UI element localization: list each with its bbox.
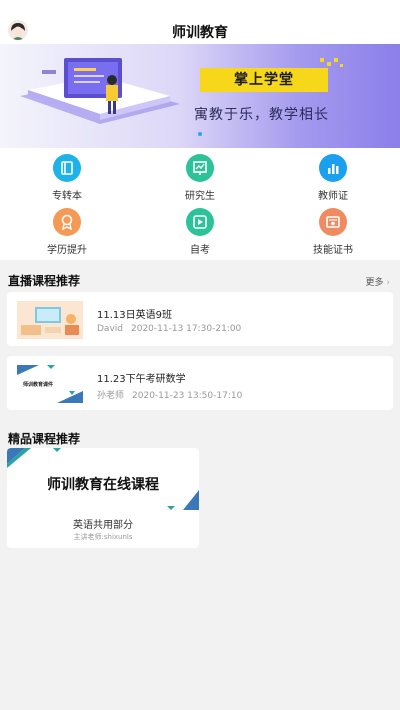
course-thumbnail: [17, 301, 83, 339]
course-meta: David 2020-11-13 17:30-21:00: [97, 324, 249, 334]
category-zhuanzhuanben[interactable]: 专转本: [22, 154, 112, 202]
course-time: 2020-11-13 17:30-21:00: [131, 324, 242, 334]
category-label: 研究生: [185, 191, 215, 202]
category-label: 自考: [190, 245, 210, 256]
category-xueli-tisheng[interactable]: 学历提升: [22, 208, 112, 256]
course-teacher: David: [97, 324, 123, 334]
course-thumbnail: 师训教育课件: [17, 365, 83, 403]
live-section-title: 直播课程推荐: [8, 274, 81, 288]
more-link[interactable]: 更多 ›: [366, 275, 391, 288]
banner-tag: 掌上学堂: [200, 68, 328, 92]
chevron-right-icon: ›: [386, 278, 390, 288]
course-name: 11.13日英语9班: [97, 310, 172, 321]
premium-course-title: 师训教育在线课程: [47, 477, 159, 493]
live-course-card[interactable]: 11.13日英语9班 David 2020-11-13 17:30-21:00: [7, 292, 393, 346]
category-label: 专转本: [52, 191, 82, 202]
category-label: 教师证: [318, 191, 348, 202]
page-title: 师训教育: [172, 25, 228, 41]
thumbnail-caption: 师训教育课件: [23, 382, 54, 388]
premium-course-subtitle: 英语共用部分: [73, 520, 133, 531]
category-label: 技能证书: [313, 245, 353, 256]
premium-course-card[interactable]: 师训教育在线课程 英语共用部分 主讲老师:shixunls: [7, 448, 199, 548]
course-teacher: 孙老师: [97, 391, 125, 401]
carousel-indicator: [198, 132, 202, 136]
category-jineng-zhengshu[interactable]: 技能证书: [288, 208, 378, 256]
category-yanjiusheng[interactable]: 研究生: [155, 154, 245, 202]
live-course-card[interactable]: 师训教育课件 11.23下午考研数学 孙老师 2020-11-23 13:50-1…: [7, 356, 393, 410]
category-zikao[interactable]: 自考: [155, 208, 245, 256]
certificate-icon: [319, 208, 347, 236]
premium-course-teacher: 主讲老师:shixunls: [73, 533, 133, 541]
book-icon: [53, 154, 81, 182]
app-header: 师训教育: [0, 0, 400, 44]
category-grid: 专转本 研究生 教师证 学历提升 自考 技能证书: [0, 148, 400, 260]
category-jiaoshizheng[interactable]: 教师证: [288, 154, 378, 202]
bar-chart-icon: [319, 154, 347, 182]
medal-icon: [53, 208, 81, 236]
category-label: 学历提升: [47, 245, 87, 256]
banner-slogan: 寓教于乐，教学相长: [194, 107, 329, 123]
chart-board-icon: [186, 154, 214, 182]
course-meta: 孙老师 2020-11-23 13:50-17:10: [97, 388, 250, 401]
play-icon: [186, 208, 214, 236]
course-name: 11.23下午考研数学: [97, 374, 186, 385]
more-label: 更多: [365, 278, 384, 288]
course-time: 2020-11-23 13:50-17:10: [132, 391, 243, 401]
premium-section-title: 精品课程推荐: [8, 432, 81, 446]
